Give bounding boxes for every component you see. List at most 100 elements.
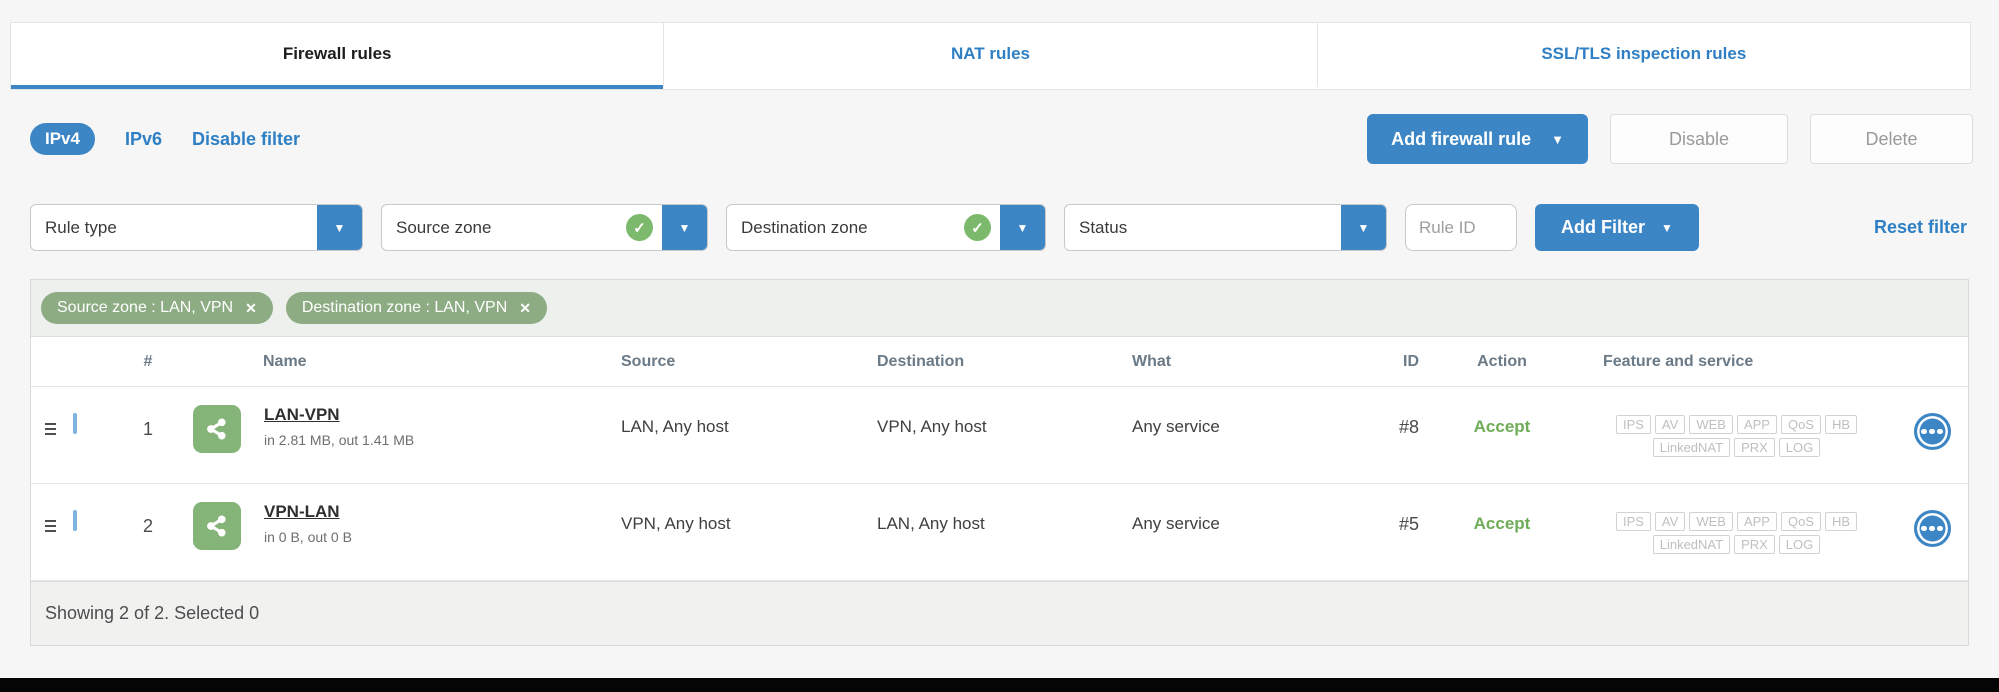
chevron-glyph: ▼ (1358, 221, 1370, 235)
badge-hb: HB (1825, 512, 1857, 531)
drag-handle-icon[interactable] (31, 502, 69, 532)
rule-action: Accept (1427, 405, 1577, 437)
rule-what: Any service (1132, 405, 1367, 437)
tab-nat-rules[interactable]: NAT rules (663, 23, 1316, 89)
tab-ssl-tls-label: SSL/TLS inspection rules (1541, 44, 1746, 64)
feature-service-badges: IPS AV WEB APP QoS HB LinkedNAT PRX LOG (1577, 405, 1896, 457)
chevron-down-icon[interactable]: ▼ (317, 205, 362, 250)
destination-zone-dropdown-label: Destination zone (727, 218, 964, 238)
ipv6-toggle[interactable]: IPv6 (125, 129, 162, 150)
rule-traffic-stats: in 2.81 MB, out 1.41 MB (264, 432, 414, 448)
firewall-rules-table: Source zone : LAN, VPN ✕ Destination zon… (30, 279, 1969, 646)
chevron-glyph: ▼ (679, 221, 691, 235)
share-glyph (202, 511, 232, 541)
badge-av: AV (1655, 415, 1685, 434)
chevron-glyph: ▼ (334, 221, 346, 235)
table-summary: Showing 2 of 2. Selected 0 (31, 581, 1968, 645)
filter-chip-destination-zone: Destination zone : LAN, VPN ✕ (286, 292, 547, 324)
badge-ips: IPS (1616, 512, 1651, 531)
rule-type-dropdown[interactable]: Rule type ▼ (30, 204, 363, 251)
share-glyph (202, 414, 232, 444)
tab-firewall-rules-label: Firewall rules (283, 44, 392, 64)
header-id: ID (1367, 353, 1427, 371)
check-icon: ✓ (626, 214, 653, 241)
badge-linkednat: LinkedNAT (1653, 438, 1730, 457)
table-row: 2 VPN-LAN in 0 B, out 0 B VPN, Any host … (31, 484, 1968, 581)
rule-destination: VPN, Any host (877, 405, 1132, 437)
check-icon: ✓ (964, 214, 991, 241)
header-feature-and-service: Feature and service (1577, 353, 1896, 371)
network-rule-icon (193, 502, 241, 550)
more-actions-icon[interactable] (1914, 413, 1951, 450)
header-action: Action (1427, 353, 1577, 371)
rule-destination: LAN, Any host (877, 502, 1132, 534)
table-row: 1 LAN-VPN in 2.81 MB, out 1.41 MB LAN, A… (31, 387, 1968, 484)
tab-nat-rules-label: NAT rules (951, 44, 1030, 64)
drag-handle-icon[interactable] (31, 405, 69, 435)
chevron-down-icon[interactable]: ▼ (662, 205, 707, 250)
badge-log: LOG (1779, 438, 1820, 457)
close-icon[interactable]: ✕ (519, 300, 531, 317)
chevron-down-icon: ▼ (1661, 221, 1673, 235)
destination-zone-dropdown[interactable]: Destination zone ✓ ▼ (726, 204, 1046, 251)
status-dropdown-label: Status (1065, 218, 1341, 238)
reset-filter-link[interactable]: Reset filter (1874, 217, 1967, 238)
filter-chip-label: Destination zone : LAN, VPN (302, 299, 507, 317)
feature-service-badges: IPS AV WEB APP QoS HB LinkedNAT PRX LOG (1577, 502, 1896, 554)
source-zone-dropdown[interactable]: Source zone ✓ ▼ (381, 204, 708, 251)
badge-linkednat: LinkedNAT (1653, 535, 1730, 554)
rule-source: LAN, Any host (621, 405, 877, 437)
rule-id: #8 (1367, 405, 1427, 438)
chevron-down-icon: ▼ (1551, 132, 1564, 147)
ipv4-toggle[interactable]: IPv4 (30, 123, 95, 155)
rule-type-dropdown-label: Rule type (31, 218, 317, 238)
header-number: # (125, 353, 171, 371)
row-checkbox[interactable] (73, 413, 77, 434)
disable-filter-link[interactable]: Disable filter (192, 129, 300, 150)
active-filter-chips: Source zone : LAN, VPN ✕ Destination zon… (31, 280, 1968, 337)
badge-hb: HB (1825, 415, 1857, 434)
filter-chip-label: Source zone : LAN, VPN (57, 299, 233, 317)
add-firewall-rule-button[interactable]: Add firewall rule ▼ (1367, 114, 1588, 164)
badge-ips: IPS (1616, 415, 1651, 434)
badge-app: APP (1737, 415, 1777, 434)
status-dropdown[interactable]: Status ▼ (1064, 204, 1387, 251)
rule-source: VPN, Any host (621, 502, 877, 534)
header-source: Source (621, 353, 877, 371)
toolbar: IPv4 IPv6 Disable filter Add firewall ru… (30, 114, 1973, 164)
row-checkbox[interactable] (73, 510, 77, 531)
chevron-down-icon[interactable]: ▼ (1000, 205, 1045, 250)
tab-firewall-rules[interactable]: Firewall rules (11, 23, 663, 89)
rule-action: Accept (1427, 502, 1577, 534)
rule-id-input[interactable] (1405, 204, 1517, 251)
chevron-down-icon[interactable]: ▼ (1341, 205, 1386, 250)
badge-av: AV (1655, 512, 1685, 531)
filter-chip-source-zone: Source zone : LAN, VPN ✕ (41, 292, 273, 324)
badge-app: APP (1737, 512, 1777, 531)
toolbar-actions: Add firewall rule ▼ Disable Delete (1367, 114, 1973, 164)
add-filter-button[interactable]: Add Filter ▼ (1535, 204, 1699, 251)
rule-name-link[interactable]: VPN-LAN (264, 502, 340, 522)
close-icon[interactable]: ✕ (245, 300, 257, 317)
network-rule-icon (193, 405, 241, 453)
badge-qos: QoS (1781, 512, 1821, 531)
rule-name-link[interactable]: LAN-VPN (264, 405, 340, 425)
source-zone-dropdown-label: Source zone (382, 218, 626, 238)
row-number: 2 (125, 502, 171, 537)
badge-prx: PRX (1734, 438, 1775, 457)
header-what: What (1132, 353, 1367, 371)
header-destination: Destination (877, 353, 1132, 371)
disable-button[interactable]: Disable (1610, 114, 1788, 164)
table-header-row: # Name Source Destination What ID Action… (31, 337, 1968, 387)
tab-ssl-tls-inspection-rules[interactable]: SSL/TLS inspection rules (1317, 23, 1970, 89)
header-name: Name (171, 353, 621, 371)
badge-log: LOG (1779, 535, 1820, 554)
filter-bar: Rule type ▼ Source zone ✓ ▼ Destination … (30, 204, 1969, 251)
more-actions-icon[interactable] (1914, 510, 1951, 547)
chevron-glyph: ▼ (1017, 221, 1029, 235)
row-number: 1 (125, 405, 171, 440)
delete-button[interactable]: Delete (1810, 114, 1973, 164)
badge-web: WEB (1689, 415, 1733, 434)
badge-qos: QoS (1781, 415, 1821, 434)
rule-traffic-stats: in 0 B, out 0 B (264, 529, 352, 545)
